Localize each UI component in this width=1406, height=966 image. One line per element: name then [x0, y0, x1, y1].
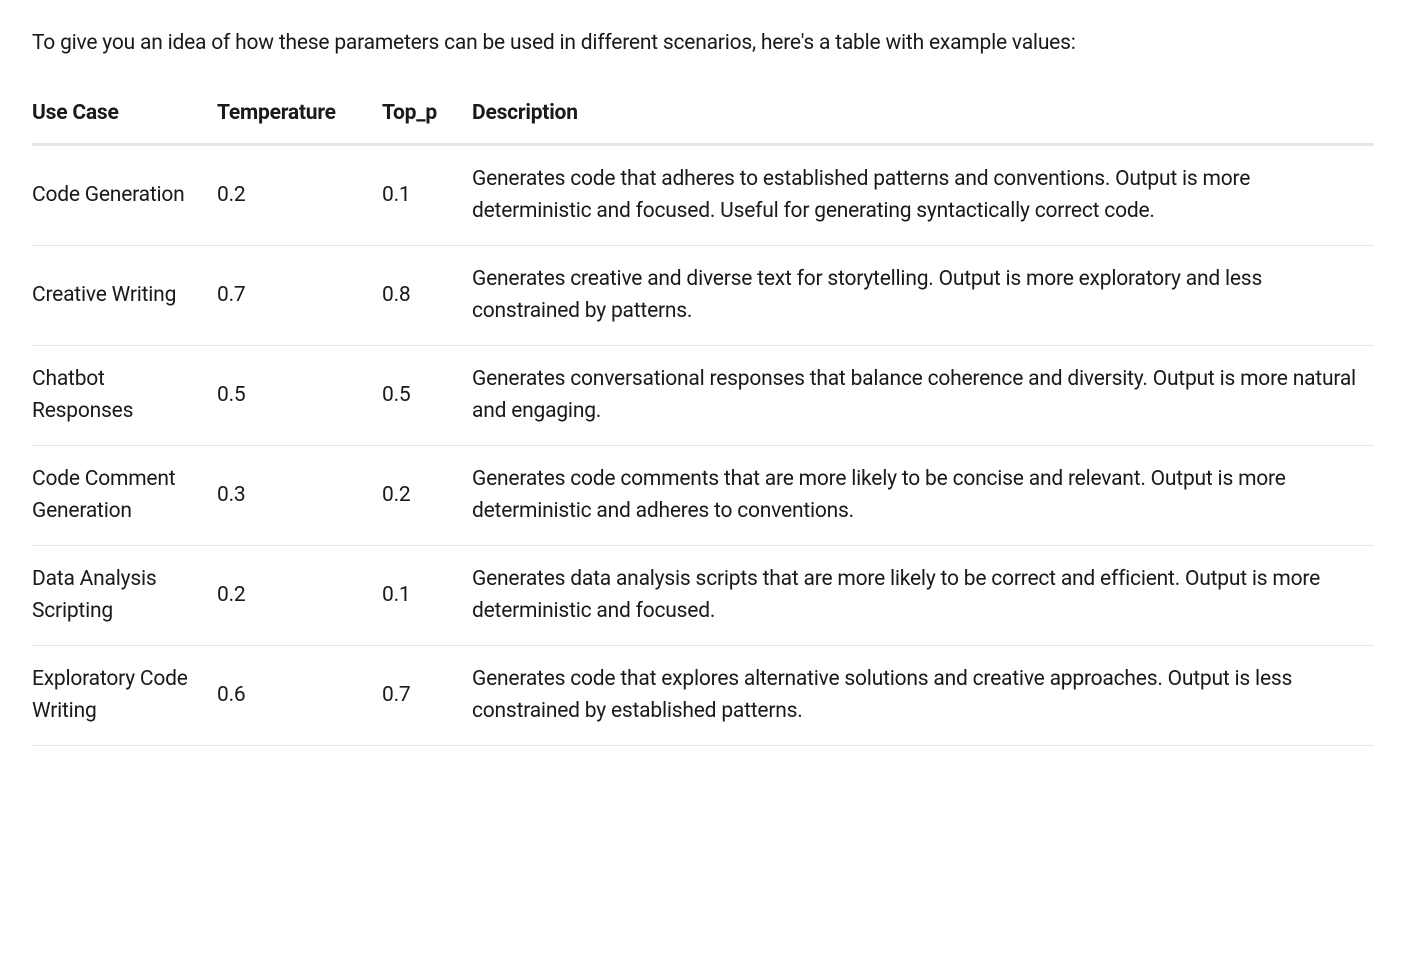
- parameters-table: Use Case Temperature Top_p Description C…: [32, 88, 1374, 747]
- table-row: Code Comment Generation 0.3 0.2 Generate…: [32, 446, 1374, 546]
- cell-top-p: 0.1: [382, 546, 472, 646]
- cell-usecase: Code Generation: [32, 145, 217, 246]
- intro-paragraph: To give you an idea of how these paramet…: [32, 28, 1082, 60]
- cell-top-p: 0.7: [382, 646, 472, 746]
- header-usecase: Use Case: [32, 88, 217, 145]
- table-row: Code Generation 0.2 0.1 Generates code t…: [32, 145, 1374, 246]
- table-row: Chatbot Responses 0.5 0.5 Generates conv…: [32, 346, 1374, 446]
- cell-temperature: 0.3: [217, 446, 382, 546]
- cell-description: Generates code that adheres to establish…: [472, 145, 1374, 246]
- cell-description: Generates conversational responses that …: [472, 346, 1374, 446]
- cell-description: Generates code that explores alternative…: [472, 646, 1374, 746]
- cell-usecase: Creative Writing: [32, 246, 217, 346]
- cell-temperature: 0.2: [217, 546, 382, 646]
- cell-description: Generates data analysis scripts that are…: [472, 546, 1374, 646]
- cell-top-p: 0.5: [382, 346, 472, 446]
- cell-temperature: 0.2: [217, 145, 382, 246]
- cell-usecase: Chatbot Responses: [32, 346, 217, 446]
- header-temperature: Temperature: [217, 88, 382, 145]
- cell-temperature: 0.5: [217, 346, 382, 446]
- table-row: Exploratory Code Writing 0.6 0.7 Generat…: [32, 646, 1374, 746]
- cell-temperature: 0.7: [217, 246, 382, 346]
- table-row: Data Analysis Scripting 0.2 0.1 Generate…: [32, 546, 1374, 646]
- header-top-p: Top_p: [382, 88, 472, 145]
- cell-top-p: 0.8: [382, 246, 472, 346]
- cell-usecase: Code Comment Generation: [32, 446, 217, 546]
- header-description: Description: [472, 88, 1374, 145]
- cell-description: Generates creative and diverse text for …: [472, 246, 1374, 346]
- cell-top-p: 0.2: [382, 446, 472, 546]
- cell-top-p: 0.1: [382, 145, 472, 246]
- table-header-row: Use Case Temperature Top_p Description: [32, 88, 1374, 145]
- table-row: Creative Writing 0.7 0.8 Generates creat…: [32, 246, 1374, 346]
- cell-usecase: Exploratory Code Writing: [32, 646, 217, 746]
- cell-description: Generates code comments that are more li…: [472, 446, 1374, 546]
- cell-usecase: Data Analysis Scripting: [32, 546, 217, 646]
- cell-temperature: 0.6: [217, 646, 382, 746]
